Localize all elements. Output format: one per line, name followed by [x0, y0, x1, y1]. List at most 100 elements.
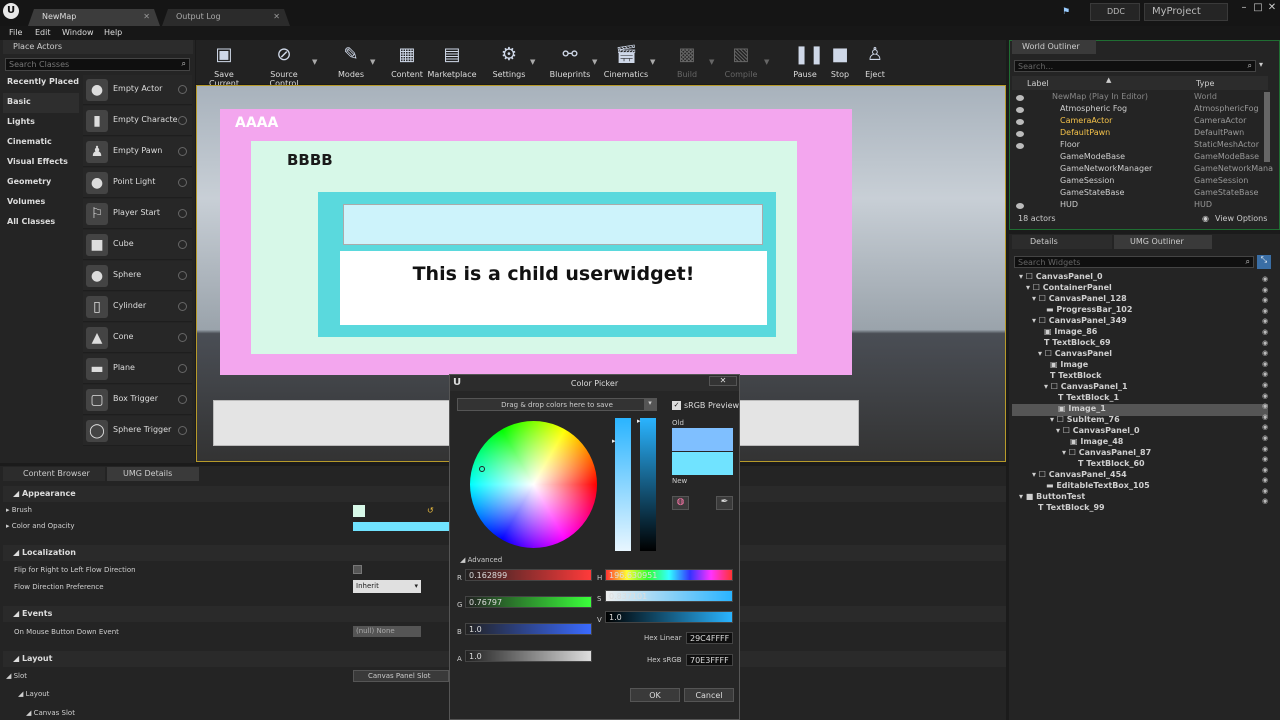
tab-newmap[interactable]: NewMap ✕: [28, 9, 160, 26]
compile-button[interactable]: ▧ Compile: [716, 42, 766, 82]
category-recently-placed[interactable]: Recently Placed: [3, 73, 79, 93]
column-label[interactable]: Label: [1027, 79, 1049, 88]
flip-checkbox[interactable]: [353, 565, 362, 574]
category-visual-effects[interactable]: Visual Effects: [3, 153, 79, 173]
hex-linear-input[interactable]: 29C4FFFF: [686, 632, 733, 644]
actor-plane[interactable]: ▬ Plane: [83, 354, 192, 384]
outliner-search-input[interactable]: Search... ⌕: [1014, 60, 1256, 72]
close-icon[interactable]: ✕: [273, 12, 280, 21]
widget-search-input[interactable]: Search Widgets ⌕: [1014, 256, 1254, 268]
close-window-icon[interactable]: ✕: [1264, 2, 1280, 16]
s-input[interactable]: 0.837101: [605, 590, 733, 602]
eye-icon[interactable]: [1016, 95, 1024, 101]
help-icon[interactable]: [178, 209, 187, 218]
outliner-row[interactable]: GameModeBase GameModeBase: [1012, 152, 1262, 164]
value-slider[interactable]: [640, 418, 656, 551]
help-icon[interactable]: [178, 147, 187, 156]
color-wheel-cursor[interactable]: [479, 466, 485, 472]
outliner-row[interactable]: HUD HUD: [1012, 200, 1262, 212]
eye-icon[interactable]: [1016, 143, 1024, 149]
actor-sphere[interactable]: ● Sphere: [83, 261, 192, 291]
g-input[interactable]: 0.76797: [465, 596, 592, 608]
h-input[interactable]: 196.630951: [605, 569, 733, 581]
outliner-row[interactable]: DefaultPawn DefaultPawn: [1012, 128, 1262, 140]
menu-file[interactable]: File: [9, 28, 22, 37]
help-icon[interactable]: [178, 271, 187, 280]
actor-player-start[interactable]: ⚐ Player Start: [83, 199, 192, 229]
saturation-handle-icon[interactable]: ▸: [612, 437, 616, 445]
flow-direction-select[interactable]: Inherit ▾: [353, 580, 421, 593]
help-icon[interactable]: [178, 116, 187, 125]
tab-output-log[interactable]: Output Log ✕: [162, 9, 290, 26]
column-type[interactable]: Type: [1196, 79, 1214, 88]
actor-empty-actor[interactable]: ● Empty Actor: [83, 75, 192, 105]
prop-slot[interactable]: ◢ Slot: [6, 672, 27, 680]
eye-icon[interactable]: [1016, 131, 1024, 137]
category-lights[interactable]: Lights: [3, 113, 79, 133]
outliner-row[interactable]: GameNetworkManager GameNetworkMana: [1012, 164, 1273, 176]
modes-button[interactable]: ✎ Modes: [326, 42, 376, 82]
category-geometry[interactable]: Geometry: [3, 173, 79, 193]
outliner-row[interactable]: NewMap (Play In Editor) World: [1012, 92, 1262, 104]
outliner-row[interactable]: Atmospheric Fog AtmosphericFog: [1012, 104, 1262, 116]
saturation-slider[interactable]: [615, 418, 631, 551]
tree-node[interactable]: T TextBlock_99: [1038, 503, 1105, 515]
r-input[interactable]: 0.162899: [465, 569, 592, 581]
content-button[interactable]: ▦ Content: [382, 42, 432, 82]
help-icon[interactable]: [178, 178, 187, 187]
help-icon[interactable]: [178, 240, 187, 249]
compile-dropdown-icon[interactable]: ▼: [764, 58, 769, 66]
help-icon[interactable]: [178, 395, 187, 404]
sort-up-icon[interactable]: ▲: [1106, 76, 1111, 84]
search-classes-input[interactable]: Search Classes ⌕: [5, 58, 190, 71]
prop-canvas-slot[interactable]: ◢ Canvas Slot: [26, 709, 75, 717]
eye-icon[interactable]: [1016, 107, 1024, 113]
actor-box-trigger[interactable]: ▢ Box Trigger: [83, 385, 192, 415]
menu-window[interactable]: Window: [62, 28, 94, 37]
actor-sphere-trigger[interactable]: ◯ Sphere Trigger: [83, 416, 192, 446]
a-input[interactable]: 1.0: [465, 650, 592, 662]
outliner-row[interactable]: Floor StaticMeshActor: [1012, 140, 1262, 152]
eye-icon[interactable]: [1016, 119, 1024, 125]
build-dropdown-icon[interactable]: ▼: [709, 58, 714, 66]
view-options-button[interactable]: View Options: [1215, 214, 1267, 223]
outliner-settings-icon[interactable]: ▾: [1259, 60, 1271, 72]
canvas-panel-slot-button[interactable]: Canvas Panel Slot: [353, 670, 449, 682]
actor-cylinder[interactable]: ▯ Cylinder: [83, 292, 192, 322]
category-all-classes[interactable]: All Classes: [3, 213, 79, 233]
color-themes-bar[interactable]: Drag & drop colors here to save ▾: [457, 398, 657, 411]
eye-icon[interactable]: [1016, 203, 1024, 209]
outliner-row[interactable]: GameStateBase GameStateBase: [1012, 188, 1262, 200]
actor-cube[interactable]: ■ Cube: [83, 230, 192, 260]
advanced-toggle[interactable]: ◢ Advanced: [460, 556, 502, 564]
tab-details[interactable]: Details: [1012, 235, 1112, 249]
actor-empty-character[interactable]: ▮ Empty Characte: [83, 106, 192, 136]
blueprints-button[interactable]: ⚯ Blueprints: [546, 42, 594, 82]
color-theme-icon[interactable]: ◍: [672, 496, 689, 510]
visibility-eye-column[interactable]: ◉ ◉ ◉ ◉ ◉ ◉ ◉ ◉ ◉ ◉ ◉ ◉ ◉ ◉ ◉ ◉ ◉ ◉ ◉ ◉ ◉ ◉: [1262, 274, 1270, 506]
help-icon[interactable]: [178, 333, 187, 342]
value-handle-icon[interactable]: ▸: [637, 417, 641, 425]
settings-button[interactable]: ⚙ Settings: [484, 42, 534, 82]
ddc-indicator[interactable]: DDC: [1090, 3, 1140, 21]
help-icon[interactable]: [178, 302, 187, 311]
pick-widget-icon[interactable]: ⤡: [1257, 255, 1271, 269]
marketplace-button[interactable]: ▤ Marketplace: [427, 42, 477, 82]
prop-brush[interactable]: ▸ Brush: [6, 506, 32, 514]
brush-swatch[interactable]: [353, 505, 365, 517]
actor-empty-pawn[interactable]: ♟ Empty Pawn: [83, 137, 192, 167]
close-dialog-icon[interactable]: ✕: [709, 376, 737, 386]
source-control-button[interactable]: ⊘ Source Control: [256, 42, 312, 88]
help-icon[interactable]: [178, 426, 187, 435]
actor-cone[interactable]: ▲ Cone: [83, 323, 192, 353]
actor-point-light[interactable]: ● Point Light: [83, 168, 192, 198]
category-basic[interactable]: Basic: [3, 93, 79, 113]
outliner-scrollbar[interactable]: [1264, 92, 1270, 162]
prop-layout[interactable]: ◢ Layout: [18, 690, 49, 698]
color-opacity-swatch[interactable]: [353, 522, 449, 531]
settings-dropdown-icon[interactable]: ▼: [530, 58, 535, 66]
save-current-button[interactable]: ▣ Save Current: [199, 42, 249, 88]
eyedropper-icon[interactable]: ✒: [716, 496, 733, 510]
notification-icon[interactable]: ⚑: [1062, 7, 1072, 17]
cinematics-button[interactable]: 🎬︎ Cinematics: [602, 42, 650, 82]
